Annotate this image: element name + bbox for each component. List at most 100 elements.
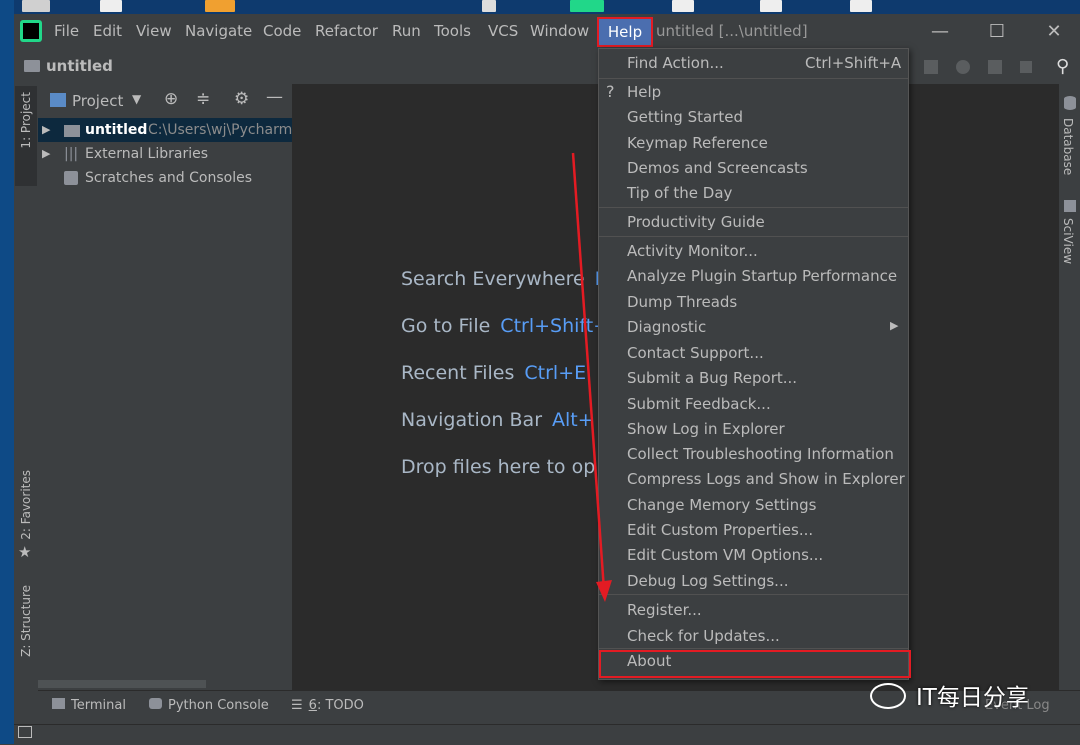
separator [599, 207, 908, 208]
menu-productivity-guide[interactable]: Productivity Guide [627, 212, 765, 232]
favorites-tab-label[interactable]: 2: Favorites [19, 470, 33, 540]
search-icon[interactable]: ⚲ [1056, 56, 1069, 77]
tree-row-external-libraries[interactable]: ▶ ||| External Libraries [38, 142, 292, 166]
menu-refactor[interactable]: Refactor [315, 20, 378, 42]
hint-label: Search Everywhere [401, 268, 585, 290]
find-action-shortcut: Ctrl+Shift+A [805, 54, 902, 72]
menu-edit[interactable]: Edit [93, 20, 122, 42]
desktop-icon[interactable] [22, 0, 50, 12]
project-panel-title[interactable]: Project [72, 92, 123, 110]
menu-navigate[interactable]: Navigate [185, 20, 252, 42]
menu-run[interactable]: Run [392, 20, 421, 42]
desktop-icon[interactable] [570, 0, 604, 12]
toolbar-stop-icon[interactable] [1020, 61, 1032, 73]
window-title: untitled [...\untitled] [656, 22, 808, 40]
toolbar-coverage-icon[interactable] [988, 60, 1002, 74]
menu-analyze-plugin-startup[interactable]: Analyze Plugin Startup Performance [627, 266, 897, 286]
menu-tools[interactable]: Tools [434, 20, 471, 42]
wechat-icon [870, 683, 906, 709]
terminal-label: Terminal [71, 698, 126, 713]
menu-edit-custom-properties[interactable]: Edit Custom Properties... [627, 520, 813, 540]
desktop-background-left [0, 0, 14, 744]
python-console-tab[interactable]: Python Console [149, 698, 269, 713]
close-button[interactable]: ✕ [1034, 16, 1074, 48]
folder-icon [24, 60, 40, 72]
python-console-label: Python Console [168, 698, 269, 713]
desktop-icon[interactable] [760, 0, 782, 12]
hide-icon[interactable]: — [266, 87, 283, 107]
todo-tab[interactable]: ☰ 6: TODO [291, 698, 364, 713]
todo-prefix: 6 [308, 698, 317, 713]
menu-show-log[interactable]: Show Log in Explorer [627, 419, 785, 439]
status-bar [14, 724, 1080, 745]
terminal-tab[interactable]: Terminal [52, 698, 126, 713]
menu-demos[interactable]: Demos and Screencasts [627, 158, 808, 178]
submenu-arrow-icon: ▶ [890, 319, 899, 332]
menu-compress-logs[interactable]: Compress Logs and Show in Explorer [627, 469, 905, 489]
desktop-icon[interactable] [100, 0, 122, 12]
menu-change-memory[interactable]: Change Memory Settings [627, 495, 817, 515]
menu-help[interactable]: Help [597, 17, 653, 47]
desktop-icon[interactable] [850, 0, 872, 12]
chevron-right-icon[interactable]: ▶ [42, 142, 50, 166]
menu-code[interactable]: Code [263, 20, 301, 42]
chevron-right-icon[interactable]: ▶ [42, 118, 50, 142]
menu-collect-troubleshooting[interactable]: Collect Troubleshooting Information [627, 444, 894, 464]
desktop-icon[interactable] [482, 0, 496, 12]
star-icon: ★ [18, 543, 32, 561]
separator [599, 648, 908, 649]
desktop-icon[interactable] [205, 0, 235, 12]
locate-icon[interactable]: ⊕ [164, 89, 178, 109]
layout-icon[interactable] [18, 726, 32, 738]
menu-help-item[interactable]: Help [627, 82, 661, 102]
menu-tip-of-the-day[interactable]: Tip of the Day [627, 183, 732, 203]
navigation-bar [14, 52, 1080, 85]
collapse-icon[interactable]: ≑ [196, 89, 210, 109]
database-icon [1064, 96, 1076, 110]
maximize-button[interactable]: ☐ [977, 16, 1017, 48]
toolbar-run-icon[interactable] [924, 60, 938, 74]
watermark-text: IT每日分享 [916, 685, 1029, 711]
tree-row-scratches[interactable]: Scratches and Consoles [38, 166, 292, 190]
structure-tab-label[interactable]: Z: Structure [19, 585, 33, 657]
chevron-down-icon[interactable]: ▼ [132, 92, 141, 106]
annotation-arrow [571, 152, 612, 602]
menu-getting-started[interactable]: Getting Started [627, 107, 743, 127]
menu-window[interactable]: Window [530, 20, 589, 42]
toolbar-debug-icon[interactable] [956, 60, 970, 74]
breadcrumb-project[interactable]: untitled [46, 57, 113, 75]
project-view-icon [50, 93, 66, 107]
desktop-background [0, 0, 1080, 14]
desktop-icon[interactable] [672, 0, 694, 12]
menu-register[interactable]: Register... [627, 600, 702, 620]
menu-view[interactable]: View [136, 20, 172, 42]
menu-keymap-reference[interactable]: Keymap Reference [627, 133, 768, 153]
menu-debug-log-settings[interactable]: Debug Log Settings... [627, 571, 788, 591]
menu-submit-feedback[interactable]: Submit Feedback... [627, 394, 771, 414]
horizontal-scrollbar[interactable] [38, 680, 206, 688]
tree-path: C:\Users\wj\Pycharm [148, 122, 292, 138]
menu-vcs[interactable]: VCS [488, 20, 518, 42]
project-tool-tab[interactable]: 1: Project [15, 86, 37, 186]
sciview-tab[interactable]: SciView [1061, 218, 1075, 264]
tree-row-untitled[interactable]: ▶ untitled C:\Users\wj\Pycharm [38, 118, 292, 142]
project-tab-label: 1: Project [19, 92, 33, 149]
terminal-icon [52, 698, 65, 709]
gear-icon[interactable]: ⚙ [234, 89, 249, 109]
minimize-button[interactable]: — [920, 16, 960, 48]
menu-dump-threads[interactable]: Dump Threads [627, 292, 737, 312]
hint-label: Go to File [401, 315, 491, 337]
tree-label: External Libraries [85, 146, 208, 162]
menu-diagnostic[interactable]: Diagnostic [627, 317, 706, 337]
menu-contact-support[interactable]: Contact Support... [627, 343, 764, 363]
database-tab[interactable]: Database [1061, 118, 1075, 175]
menu-check-for-updates[interactable]: Check for Updates... [627, 626, 780, 646]
python-icon [149, 698, 162, 709]
sciview-icon [1064, 200, 1076, 212]
menu-submit-bug-report[interactable]: Submit a Bug Report... [627, 368, 797, 388]
menu-file[interactable]: File [54, 20, 79, 42]
hint-label: Recent Files [401, 362, 515, 384]
menu-activity-monitor[interactable]: Activity Monitor... [627, 241, 758, 261]
menu-edit-custom-vm-options[interactable]: Edit Custom VM Options... [627, 545, 823, 565]
menu-find-action[interactable]: Find Action... [627, 53, 724, 73]
